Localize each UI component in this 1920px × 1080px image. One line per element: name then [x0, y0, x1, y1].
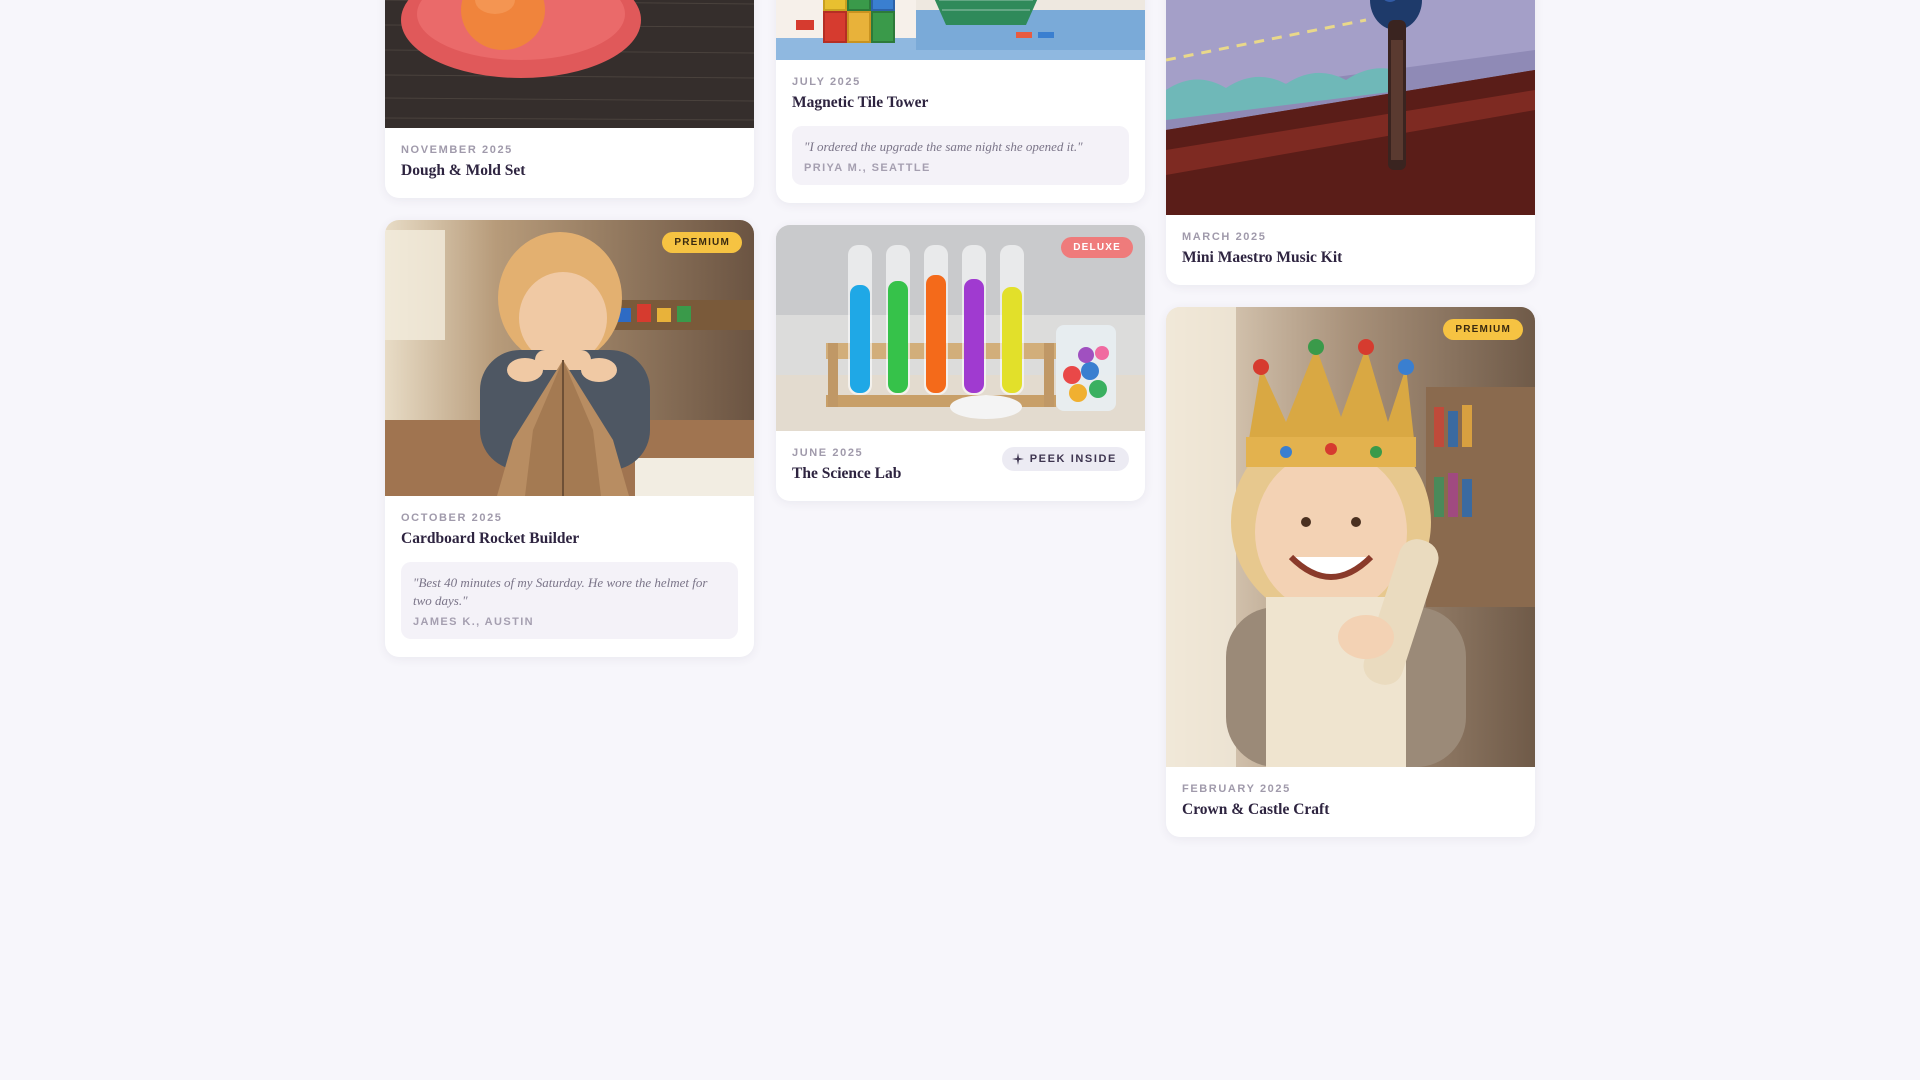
box-card[interactable]: DELUXE JUNE 2025 The Science Lab PEEK IN…: [776, 225, 1145, 501]
peek-inside-button[interactable]: PEEK INSIDE: [1001, 447, 1129, 471]
box-card[interactable]: MARCH 2025 Mini Maestro Music Kit: [1166, 0, 1535, 285]
testimonial-text: "Best 40 minutes of my Saturday. He wore…: [413, 575, 708, 608]
premium-badge: PREMIUM: [662, 232, 742, 253]
box-photo: PREMIUM: [1166, 307, 1535, 767]
gallery-column-3: MARCH 2025 Mini Maestro Music Kit PREMIU…: [1166, 0, 1535, 859]
testimonial-author: JAMES K., AUSTIN: [413, 616, 535, 628]
premium-badge: PREMIUM: [1443, 319, 1523, 340]
box-card[interactable]: PREMIUM OCTOBER 2025 Cardboard Rocket Bu…: [385, 220, 754, 657]
box-photo: PREMIUM: [385, 220, 754, 496]
box-photo: [776, 0, 1145, 60]
box-month: FEBRUARY 2025: [1182, 783, 1291, 795]
box-title: Magnetic Tile Tower: [792, 94, 929, 111]
box-month: JULY 2025: [792, 76, 861, 88]
gallery-column-1: NOVEMBER 2025 Dough & Mold Set PREMIUM O…: [385, 0, 754, 679]
testimonial-author: PRIYA M., SEATTLE: [804, 162, 931, 174]
testimonial-text: "I ordered the upgrade the same night sh…: [804, 139, 1083, 154]
box-photo: DELUXE: [776, 225, 1145, 431]
testimonial: "Best 40 minutes of my Saturday. He wore…: [401, 562, 738, 639]
box-card[interactable]: NOVEMBER 2025 Dough & Mold Set: [385, 0, 754, 198]
box-title: Dough & Mold Set: [401, 162, 526, 179]
box-title: Cardboard Rocket Builder: [401, 530, 580, 547]
sparkle-icon: [1011, 453, 1024, 465]
box-card[interactable]: PREMIUM FEBRUARY 2025 Crown & Castle Cra…: [1166, 307, 1535, 837]
box-title: Crown & Castle Craft: [1182, 801, 1330, 818]
box-photo: [385, 0, 754, 128]
box-title: Mini Maestro Music Kit: [1182, 249, 1343, 266]
box-month: OCTOBER 2025: [401, 512, 503, 524]
box-photo: [1166, 0, 1535, 215]
deluxe-badge: DELUXE: [1061, 237, 1133, 258]
box-card[interactable]: JULY 2025 Magnetic Tile Tower "I ordered…: [776, 0, 1145, 203]
box-month: NOVEMBER 2025: [401, 144, 513, 156]
box-month: MARCH 2025: [1182, 231, 1267, 243]
gallery-column-2: JULY 2025 Magnetic Tile Tower "I ordered…: [776, 0, 1145, 523]
peek-inside-label: PEEK INSIDE: [1029, 453, 1117, 465]
testimonial: "I ordered the upgrade the same night sh…: [792, 126, 1129, 185]
